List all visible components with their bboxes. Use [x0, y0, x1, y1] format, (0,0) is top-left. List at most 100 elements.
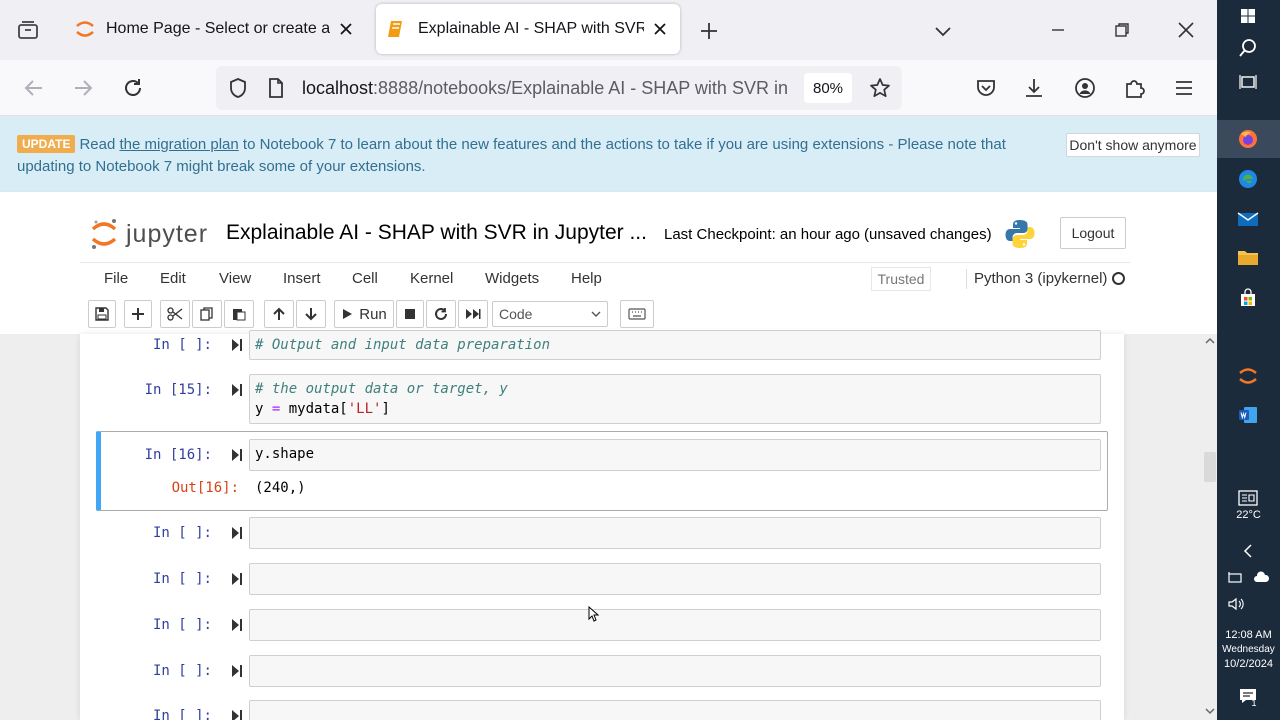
logout-button[interactable]: Logout	[1060, 217, 1126, 249]
edge-icon[interactable]	[1236, 167, 1260, 191]
clock-weekday[interactable]: Wednesday	[1217, 643, 1280, 657]
new-tab-icon[interactable]	[696, 18, 722, 44]
url-text[interactable]: localhost:8888/notebooks/Explainable AI …	[302, 78, 792, 99]
cloud-sync-icon[interactable]	[1249, 566, 1273, 590]
code-editor[interactable]: # Output and input data preparation	[249, 330, 1101, 360]
clock-time[interactable]: 12:08 AM	[1217, 628, 1280, 642]
forward-arrow-icon[interactable]	[71, 76, 95, 100]
run-cell-icon[interactable]	[231, 338, 243, 352]
code-cell[interactable]: In [ ]: # Output and input data preparat…	[96, 330, 1108, 364]
code-cell-selected[interactable]: In [16]: y.shape Out[16]: (240,)	[96, 431, 1108, 511]
tab-explainable-ai[interactable]: Explainable AI - SHAP with SVR in Jupyte…	[376, 4, 680, 54]
code-editor[interactable]	[249, 609, 1101, 641]
clock-date[interactable]: 10/2/2024	[1217, 657, 1280, 671]
run-cell-icon[interactable]	[231, 572, 243, 586]
run-cell-icon[interactable]	[231, 526, 243, 540]
notebook-name[interactable]: Explainable AI - SHAP with SVR in Jupyte…	[226, 221, 647, 245]
run-cell-icon[interactable]	[231, 709, 243, 720]
weather-temperature[interactable]: 22°C	[1217, 508, 1280, 522]
firefox-icon[interactable]	[1236, 127, 1260, 151]
chevron-left-icon[interactable]	[1236, 539, 1260, 563]
code-cell[interactable]: In [ ]:	[96, 561, 1108, 595]
code-cell[interactable]: In [15]: # the output data or target, y y…	[96, 374, 1108, 426]
run-cell-icon[interactable]	[231, 383, 243, 397]
kernel-name[interactable]: Python 3 (ipykernel)	[974, 270, 1107, 287]
mouse-cursor-icon	[588, 606, 600, 622]
zoom-level-badge[interactable]: 80%	[804, 73, 852, 103]
code-editor[interactable]	[249, 563, 1101, 595]
word-icon[interactable]	[1236, 403, 1260, 427]
code-cell[interactable]: In [ ]:	[96, 653, 1108, 687]
copy-icon[interactable]	[192, 300, 222, 328]
menu-insert[interactable]: Insert	[283, 270, 321, 287]
code-editor[interactable]: y.shape	[249, 439, 1101, 471]
trusted-indicator[interactable]: Trusted	[871, 267, 931, 291]
keyboard-icon[interactable]	[620, 300, 654, 328]
extensions-icon[interactable]	[1122, 76, 1146, 100]
bookmark-star-icon[interactable]	[868, 76, 892, 100]
cut-icon[interactable]	[160, 300, 190, 328]
run-cell-icon[interactable]	[231, 664, 243, 678]
save-icon[interactable]	[88, 300, 116, 328]
menu-edit[interactable]: Edit	[160, 270, 186, 287]
move-up-icon[interactable]	[264, 300, 294, 328]
fast-forward-icon[interactable]	[458, 300, 488, 328]
weather-news-icon[interactable]	[1236, 486, 1260, 510]
code-editor[interactable]	[249, 700, 1101, 720]
reload-icon[interactable]	[121, 76, 145, 100]
store-icon[interactable]	[1236, 286, 1260, 310]
menu-cell[interactable]: Cell	[352, 270, 378, 287]
jupyter-app-icon[interactable]	[1236, 364, 1260, 388]
run-button[interactable]: Run	[334, 300, 394, 328]
hamburger-menu-icon[interactable]	[1172, 76, 1196, 100]
scroll-up-icon[interactable]	[1204, 336, 1216, 346]
dont-show-anymore-button[interactable]: Don't show anymore	[1066, 133, 1200, 157]
menu-view[interactable]: View	[219, 270, 251, 287]
run-cell-icon[interactable]	[231, 618, 243, 632]
restore-icon[interactable]	[1110, 18, 1134, 42]
search-icon[interactable]	[1236, 36, 1260, 60]
account-icon[interactable]	[1073, 76, 1097, 100]
move-down-icon[interactable]	[296, 300, 326, 328]
volume-icon[interactable]	[1225, 592, 1249, 616]
code-cell[interactable]: In [ ]:	[96, 516, 1108, 550]
code-editor[interactable]	[249, 655, 1101, 687]
tab-home-page[interactable]: Home Page - Select or create a notebook	[64, 4, 366, 54]
scrollbar-thumb[interactable]	[1204, 452, 1216, 482]
run-cell-icon[interactable]	[231, 448, 243, 462]
close-window-icon[interactable]	[1174, 18, 1198, 42]
jupyter-logo[interactable]: jupyter	[90, 217, 208, 251]
address-bar[interactable]: localhost:8888/notebooks/Explainable AI …	[216, 66, 902, 110]
chevron-down-icon[interactable]	[932, 20, 954, 42]
paste-icon[interactable]	[224, 300, 254, 328]
close-tab-icon[interactable]	[650, 19, 670, 39]
restart-icon[interactable]	[426, 300, 456, 328]
migration-plan-link[interactable]: the migration plan	[119, 136, 238, 153]
menu-kernel[interactable]: Kernel	[410, 270, 453, 287]
stop-icon[interactable]	[396, 300, 424, 328]
shield-icon[interactable]	[226, 76, 250, 100]
minimize-icon[interactable]	[1046, 18, 1070, 42]
task-view-icon[interactable]	[1236, 70, 1260, 94]
menu-help[interactable]: Help	[571, 270, 602, 287]
insert-cell-icon[interactable]	[124, 300, 152, 328]
menu-file[interactable]: File	[104, 270, 128, 287]
code-cell[interactable]: In [ ]:	[96, 607, 1108, 641]
tab-overview-icon[interactable]	[14, 16, 42, 44]
cell-type-select[interactable]: Code	[492, 301, 608, 327]
download-icon[interactable]	[1022, 76, 1046, 100]
code-cell[interactable]: In [ ]:	[96, 698, 1108, 720]
back-arrow-icon[interactable]	[22, 76, 46, 100]
code-editor[interactable]	[249, 517, 1101, 549]
menu-widgets[interactable]: Widgets	[485, 270, 539, 287]
windows-start-icon[interactable]	[1236, 4, 1260, 28]
code-editor[interactable]: # the output data or target, y y = mydata…	[249, 374, 1101, 424]
close-tab-icon[interactable]	[336, 19, 356, 39]
output-prompt: Out[16]:	[171, 480, 239, 496]
mail-icon[interactable]	[1236, 207, 1260, 231]
pocket-icon[interactable]	[974, 76, 998, 100]
network-icon[interactable]	[1225, 566, 1249, 590]
file-explorer-icon[interactable]	[1236, 245, 1260, 269]
scroll-down-icon[interactable]	[1204, 706, 1216, 716]
page-info-icon[interactable]	[264, 76, 288, 100]
